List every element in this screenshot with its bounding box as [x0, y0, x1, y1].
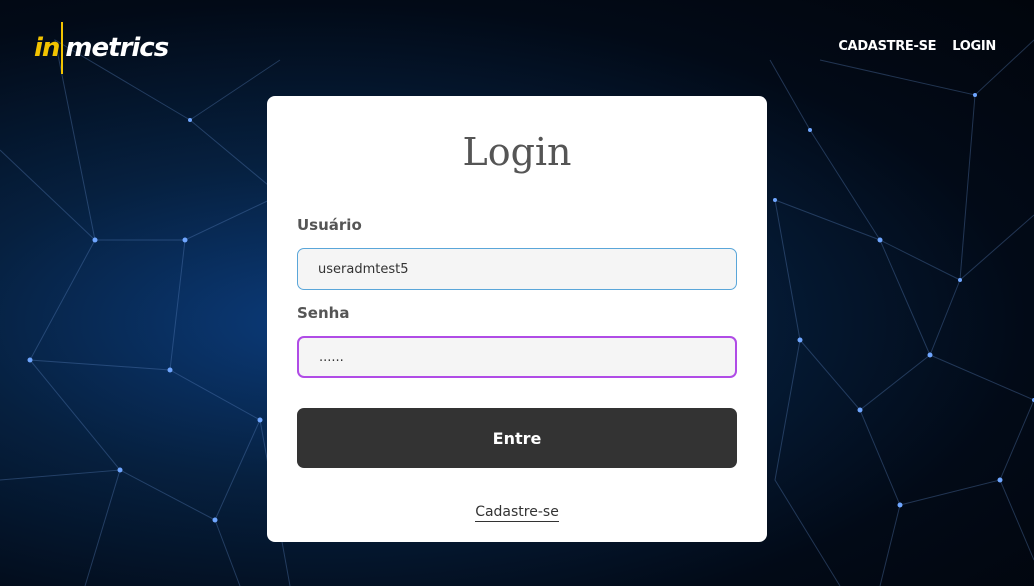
inmetrics-logo[interactable]: in metrics: [34, 22, 169, 74]
login-card: Login Usuário Senha Entre Cadastre-se: [267, 96, 767, 542]
nav-signup-link[interactable]: CADASTRE-SE: [838, 39, 936, 54]
logo-in-text: in: [34, 33, 60, 63]
username-label: Usuário: [297, 216, 362, 234]
nav-login-link[interactable]: LOGIN: [952, 39, 996, 54]
logo-divider: [61, 22, 64, 74]
password-label: Senha: [297, 304, 350, 322]
login-title: Login: [462, 130, 572, 174]
signup-link-container: Cadastre-se: [267, 501, 767, 522]
password-input[interactable]: [297, 336, 737, 378]
signup-link[interactable]: Cadastre-se: [475, 504, 559, 522]
logo-metrics-text: metrics: [65, 33, 169, 63]
login-submit-button[interactable]: Entre: [297, 408, 737, 468]
username-input[interactable]: [297, 248, 737, 290]
top-navigation: CADASTRE-SE LOGIN: [838, 39, 996, 54]
